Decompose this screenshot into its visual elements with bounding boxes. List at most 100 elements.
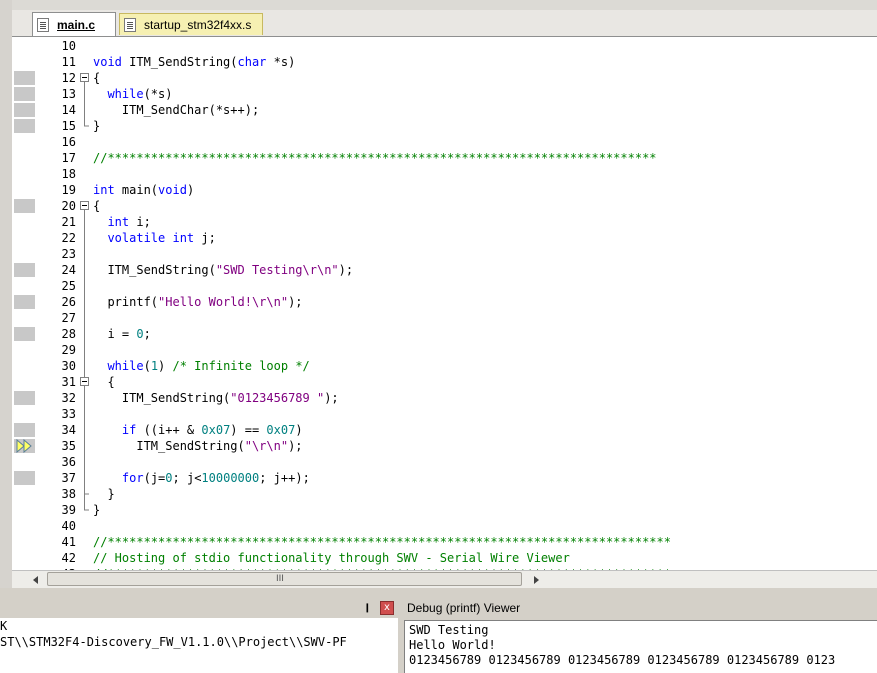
close-icon[interactable]: x — [380, 601, 394, 615]
code-line[interactable]: 14 ITM_SendChar(*s++); — [12, 102, 877, 118]
code-line[interactable]: 10 — [12, 38, 877, 54]
code-line[interactable]: 41 //************************************… — [12, 534, 877, 550]
breakpoint-marker[interactable] — [14, 119, 35, 133]
line-number: 23 — [61, 247, 76, 261]
code-text: } — [93, 119, 101, 133]
code-line[interactable]: 17 //************************************… — [12, 150, 877, 166]
line-number: 14 — [61, 103, 76, 117]
code-line[interactable]: 11 void ITM_SendString(char *s) — [12, 54, 877, 70]
fold-toggle-icon[interactable] — [80, 73, 89, 82]
code-line[interactable]: 33 — [12, 406, 877, 422]
code-line[interactable]: 19 int main(void) — [12, 182, 877, 198]
scroll-right-arrow-icon[interactable] — [530, 574, 542, 586]
line-number: 21 — [61, 215, 76, 229]
line-number: 38 — [61, 487, 76, 501]
code-line[interactable]: 21 int i; — [12, 214, 877, 230]
code-line[interactable]: 23 — [12, 246, 877, 262]
code-text: //**************************************… — [93, 151, 657, 165]
line-number: 16 — [61, 135, 76, 149]
line-number: 30 — [61, 359, 76, 373]
debug-viewer-title: Debug (printf) Viewer — [407, 601, 521, 615]
code-editor[interactable]: 10 11 void ITM_SendString(char *s) 12 {13 wh… — [12, 37, 877, 570]
build-output-panel[interactable]: K ST\\STM32F4-Discovery_FW_V1.1.0\\Proje… — [0, 618, 398, 673]
code-text: i = 0; — [93, 327, 151, 341]
code-line[interactable]: 40 — [12, 518, 877, 534]
code-text: ITM_SendString("\r\n"); — [93, 439, 303, 453]
code-text: volatile int j; — [107, 231, 216, 245]
line-number: 39 — [61, 503, 76, 517]
code-line[interactable]: 28 i = 0; — [12, 326, 877, 342]
code-line[interactable]: 25 — [12, 278, 877, 294]
pin-icon[interactable]: ❙ — [364, 602, 376, 614]
line-number: 11 — [61, 55, 76, 69]
scroll-thumb[interactable]: III — [47, 572, 522, 586]
code-text: // Hosting of stdio functionality throug… — [93, 551, 570, 565]
line-number: 26 — [61, 295, 76, 309]
scroll-left-arrow-icon[interactable] — [30, 574, 42, 586]
debug-viewer-output[interactable]: SWD Testing Hello World! 0123456789 0123… — [404, 620, 877, 673]
breakpoint-marker[interactable] — [14, 103, 35, 117]
code-text: for(j=0; j<10000000; j++); — [121, 471, 310, 485]
line-number: 22 — [61, 231, 76, 245]
code-text: printf("Hello World!\r\n"); — [93, 295, 303, 309]
code-line[interactable]: 38 } — [12, 486, 877, 502]
line-number: 15 — [61, 119, 76, 133]
breakpoint-marker[interactable] — [14, 471, 35, 485]
line-number: 35 — [61, 439, 76, 453]
tab-startup-s[interactable]: startup_stm32f4xx.s — [119, 13, 263, 35]
code-line[interactable]: 34 if ((i++ & 0x07) == 0x07) — [12, 422, 877, 438]
code-line[interactable]: 31 { — [12, 374, 877, 390]
code-line[interactable]: 24 ITM_SendString("SWD Testing\r\n"); — [12, 262, 877, 278]
code-line[interactable]: 35 ITM_SendString("\r\n"); — [12, 438, 877, 454]
code-text: ITM_SendChar(*s++); — [93, 103, 260, 117]
code-text: } — [93, 503, 101, 517]
code-line[interactable]: 36 — [12, 454, 877, 470]
code-text: if ((i++ & 0x07) == 0x07) — [121, 423, 303, 437]
code-text: } — [93, 487, 115, 501]
code-line[interactable]: 22 volatile int j; — [12, 230, 877, 246]
code-line[interactable]: 32 ITM_SendString("0123456789 "); — [12, 390, 877, 406]
panel-splitter[interactable] — [0, 588, 877, 598]
tab-label: startup_stm32f4xx.s — [144, 17, 252, 32]
code-line[interactable]: 30 while(1) /* Infinite loop */ — [12, 358, 877, 374]
build-output-header — [0, 598, 400, 618]
code-line[interactable]: 20 { — [12, 198, 877, 214]
breakpoint-marker[interactable] — [14, 295, 35, 309]
code-line[interactable]: 12 { — [12, 70, 877, 86]
breakpoint-marker[interactable] — [14, 391, 35, 405]
line-number: 32 — [61, 391, 76, 405]
code-line[interactable]: 27 — [12, 310, 877, 326]
code-line[interactable]: 37 for(j=0; j<10000000; j++); — [12, 470, 877, 486]
code-line[interactable]: 26 printf("Hello World!\r\n"); — [12, 294, 877, 310]
code-text: //**************************************… — [93, 535, 671, 549]
c-file-icon — [37, 17, 49, 32]
current-line-arrow-icon — [16, 439, 32, 453]
code-line[interactable]: 18 — [12, 166, 877, 182]
line-number: 27 — [61, 311, 76, 325]
fold-toggle-icon[interactable] — [80, 201, 89, 210]
fold-toggle-icon[interactable] — [80, 377, 89, 386]
breakpoint-marker[interactable] — [14, 327, 35, 341]
line-number: 19 — [61, 183, 76, 197]
breakpoint-marker[interactable] — [14, 263, 35, 277]
code-line[interactable]: 42 // Hosting of stdio functionality thro… — [12, 550, 877, 566]
breakpoint-marker[interactable] — [14, 199, 35, 213]
code-line[interactable]: 15} — [12, 118, 877, 134]
breakpoint-marker[interactable] — [14, 71, 35, 85]
tab-main-c[interactable]: main.c — [32, 12, 116, 36]
line-number: 40 — [61, 519, 76, 533]
breakpoint-marker[interactable] — [14, 87, 35, 101]
breakpoint-marker[interactable] — [14, 423, 35, 437]
code-line[interactable]: 13 while(*s) — [12, 86, 877, 102]
code-text: while(*s) — [107, 87, 173, 101]
code-line[interactable]: 16 — [12, 134, 877, 150]
code-line[interactable]: 29 — [12, 342, 877, 358]
line-number: 13 — [61, 87, 76, 101]
line-number: 10 — [61, 39, 76, 53]
horizontal-scrollbar[interactable]: III — [12, 570, 877, 588]
code-text: { — [93, 71, 101, 85]
code-line[interactable]: 39} — [12, 502, 877, 518]
line-number: 36 — [61, 455, 76, 469]
output-line: K — [0, 619, 8, 633]
debug-viewer-header: Debug (printf) Viewer — [402, 598, 877, 618]
